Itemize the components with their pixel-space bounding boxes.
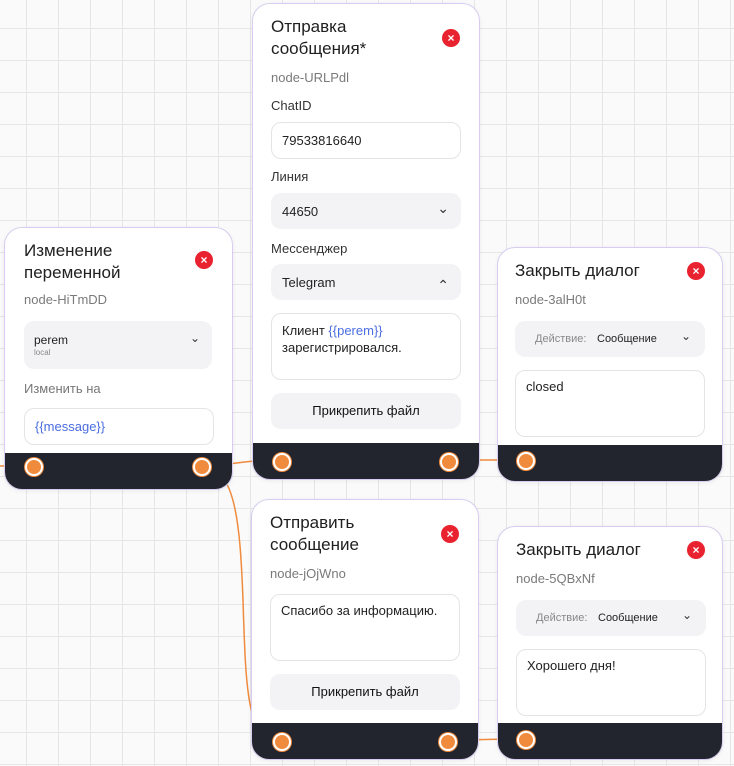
node-title: Изменение переменной [24,241,121,282]
message-textarea[interactable]: Спасибо за информацию. [270,594,460,661]
close-icon[interactable]: × [687,541,705,559]
node-close-dialog-2[interactable]: Закрыть диалог × node-5QBxNf Действие: С… [497,526,723,760]
chat-id-label: ChatID [271,98,312,113]
node-id: node-5QBxNf [516,571,595,586]
node-title: Закрыть диалог [516,540,641,559]
input-port[interactable] [273,733,291,751]
node-id: node-HiTmDD [24,292,108,307]
node-id: node-jOjWno [270,566,346,581]
close-icon[interactable]: × [441,525,459,543]
action-select[interactable]: Действие: Сообщение ⌄ [515,321,705,357]
action-label: Действие: [535,333,587,345]
close-icon[interactable]: × [687,262,705,280]
node-change-variable[interactable]: Изменение переменной × node-HiTmDD perem… [4,227,233,490]
output-port[interactable] [193,458,211,476]
line-label: Линия [271,169,309,184]
node-send-message[interactable]: Отправка сообщения* × node-URLPdl ChatID… [252,3,480,480]
close-icon[interactable]: × [195,251,213,269]
chat-id-input[interactable]: 79533816640 [271,122,461,159]
node-title: Отправить сообщение [270,513,359,554]
action-label: Действие: [536,612,588,624]
action-value: Сообщение [597,333,657,345]
change-to-label: Изменить на [24,381,101,396]
action-value: Сообщение [598,612,658,624]
messenger-select-value: Telegram [282,275,336,290]
node-send-message-2[interactable]: Отправить сообщение × node-jOjWno Спасиб… [251,499,479,760]
input-port[interactable] [25,458,43,476]
attach-file-button[interactable]: Прикрепить файл [271,393,461,429]
variable-select[interactable]: perem local ⌄ [24,321,212,369]
node-id: node-3alH0t [515,292,586,307]
change-to-input[interactable]: {{message}} [24,408,214,445]
output-port[interactable] [440,453,458,471]
change-to-value: {{message}} [35,419,106,434]
line-select[interactable]: 44650 ⌄ [271,193,461,229]
node-id: node-URLPdl [271,70,350,85]
chevron-down-icon: ⌄ [681,608,692,622]
chevron-down-icon: ⌄ [189,331,200,345]
action-select[interactable]: Действие: Сообщение ⌄ [516,600,706,636]
variable-select-value: perem [34,333,69,347]
message-text-prefix: Клиент [282,323,329,338]
messenger-select[interactable]: Telegram ⌃ [271,264,461,300]
close-icon[interactable]: × [442,29,460,47]
chevron-down-icon: ⌄ [680,329,691,343]
message-textarea[interactable]: Клиент {{perem}} зарегистрировался. [271,313,461,380]
close-message-textarea[interactable]: Хорошего дня! [516,649,706,716]
input-port[interactable] [517,731,535,749]
input-port[interactable] [273,453,291,471]
message-variable: {{perem}} [328,323,383,338]
line-select-value: 44650 [282,204,319,219]
attach-file-button[interactable]: Прикрепить файл [270,674,460,710]
node-close-dialog[interactable]: Закрыть диалог × node-3alH0t Действие: С… [497,247,723,482]
close-message-textarea[interactable]: closed [515,370,705,437]
messenger-label: Мессенджер [271,241,348,256]
output-port[interactable] [439,733,457,751]
chevron-up-icon: ⌃ [437,277,449,293]
variable-select-scope: local [34,348,51,357]
input-port[interactable] [517,452,535,470]
node-title: Отправка сообщения* [271,17,367,58]
message-text-suffix: зарегистрировался. [282,340,402,355]
node-title: Закрыть диалог [515,261,640,280]
chevron-down-icon: ⌄ [437,200,449,216]
